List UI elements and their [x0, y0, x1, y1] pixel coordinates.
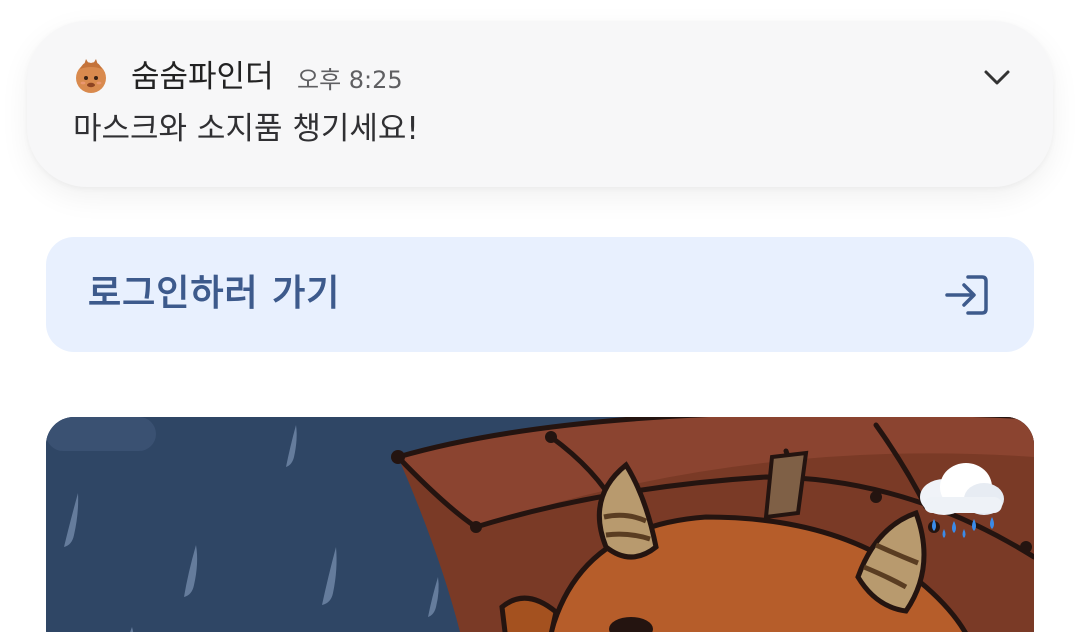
- chevron-down-icon[interactable]: [981, 65, 1013, 89]
- horned-character-umbrella-illustration: [46, 417, 1034, 632]
- notification-time: 오후 8:25: [297, 66, 403, 94]
- screen: 숨숨파인더 오후 8:25 마스크와 소지품 챙기세요! 로그인하러 가기: [0, 0, 1080, 632]
- sign-in-icon: [945, 275, 988, 315]
- login-button[interactable]: 로그인하러 가기: [46, 237, 1034, 352]
- rain-cloud-icon: [920, 463, 1004, 538]
- notification-message: 마스크와 소지품 챙기세요!: [73, 111, 419, 147]
- weather-banner[interactable]: [46, 417, 1034, 632]
- login-button-label: 로그인하러 가기: [88, 273, 341, 314]
- character-face-icon: [76, 59, 106, 93]
- notification-app-name: 숨숨파인더: [131, 59, 274, 95]
- push-notification[interactable]: 숨숨파인더 오후 8:25 마스크와 소지품 챙기세요!: [27, 21, 1053, 187]
